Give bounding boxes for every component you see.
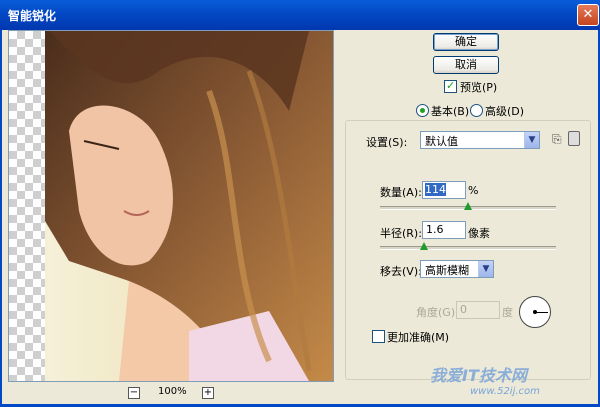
watermark-text: 我爱IT技术网 [430,366,527,385]
remove-value: 高斯模糊 [425,264,469,277]
amount-input[interactable]: 114 [422,181,466,199]
radius-value: 1.6 [426,223,444,236]
zoom-out-button[interactable]: − [128,387,140,399]
chevron-down-icon: ▼ [478,261,493,277]
angle-unit: 度 [502,306,513,319]
preview-label: 预览(P) [460,81,498,94]
basic-label: 基本(B) [431,105,470,118]
settings-select[interactable]: 默认值 ▼ [420,131,540,149]
accurate-checkbox[interactable] [372,330,385,343]
radius-unit: 像素 [468,227,490,240]
remove-label: 移去(V): [380,265,422,278]
close-icon: ✕ [582,7,594,22]
radius-label: 半径(R): [380,227,422,240]
zoom-level: 100% [158,386,187,397]
advanced-label: 高级(D) [485,105,525,118]
amount-value: 114 [425,183,446,196]
trash-icon[interactable] [568,131,580,146]
amount-slider-thumb[interactable] [464,202,472,210]
preview-image[interactable] [8,30,334,382]
zoom-in-button[interactable]: + [202,387,214,399]
save-settings-icon[interactable]: ⎘ [552,132,562,147]
amount-label: 数量(A): [380,186,422,199]
radius-slider-thumb[interactable] [420,242,428,250]
preview-checkbox[interactable] [444,79,457,93]
cancel-button[interactable]: 取消 [433,56,499,74]
ok-button[interactable]: 确定 [433,33,499,51]
watermark-url: www.52ij.com [470,386,540,397]
advanced-radio[interactable] [470,104,483,117]
angle-input[interactable]: 0 [456,301,500,319]
accurate-label: 更加准确(M) [387,331,450,344]
angle-value: 0 [460,303,467,316]
window-title: 智能锐化 [8,9,57,23]
settings-label: 设置(S): [366,136,408,149]
amount-unit: % [468,184,479,197]
close-button[interactable]: ✕ [577,4,599,26]
radius-input[interactable]: 1.6 [422,221,466,239]
radius-slider-track[interactable] [380,246,556,250]
settings-value: 默认值 [425,135,458,148]
portrait-photo [45,31,333,381]
remove-select[interactable]: 高斯模糊 ▼ [420,260,494,278]
title-bar [0,0,600,30]
angle-dial[interactable] [519,296,551,328]
basic-radio[interactable] [416,104,429,117]
angle-label: 角度(G): [416,306,459,319]
chevron-down-icon: ▼ [524,132,539,148]
